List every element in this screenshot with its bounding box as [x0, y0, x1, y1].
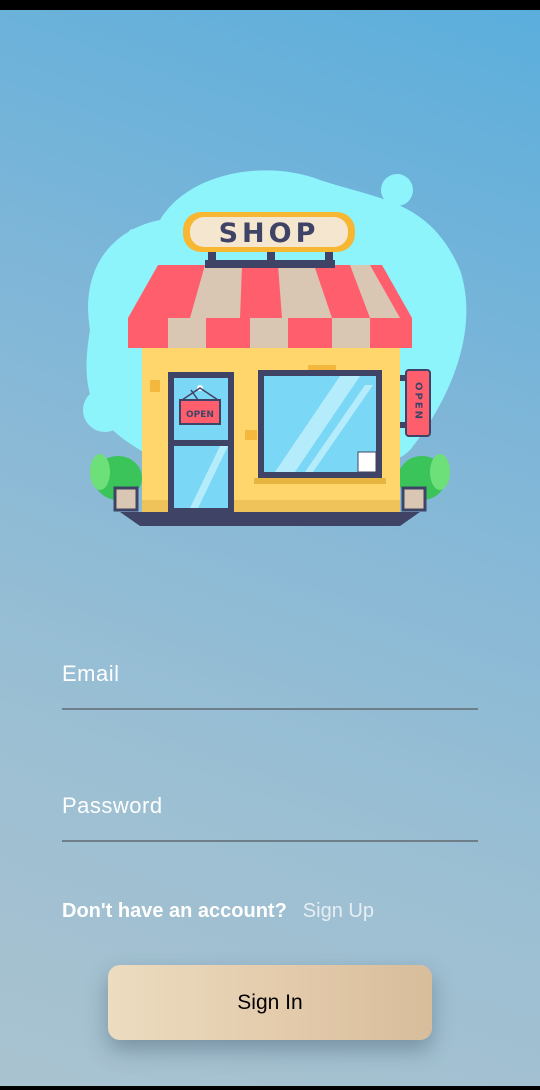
signup-link[interactable]: Sign Up [303, 900, 374, 923]
bubble-small [128, 229, 138, 239]
door-open-sign-text: OPEN [186, 410, 214, 420]
planter-right [401, 486, 427, 512]
planter-left [113, 486, 139, 512]
email-underline [62, 708, 478, 710]
plant-right-2 [430, 454, 450, 490]
shop-base [120, 512, 420, 526]
email-input[interactable] [62, 640, 478, 708]
signup-row: Don't have an account? Sign Up [62, 900, 374, 923]
shop-sign-text: SHOP [219, 218, 320, 249]
navigation-bar [0, 1086, 540, 1090]
email-field [62, 640, 478, 710]
hanging-open-sign-text: OPEN [413, 382, 424, 421]
plant-left-2 [90, 454, 110, 490]
password-underline [62, 840, 478, 842]
password-input[interactable] [62, 772, 478, 840]
status-bar [0, 0, 540, 10]
signup-question: Don't have an account? [62, 900, 287, 922]
signin-button[interactable]: Sign In [108, 965, 432, 1040]
bubble-large [381, 174, 413, 206]
bubble-left [83, 388, 127, 432]
shop-illustration: SHOP OPEN OPEN [83, 170, 467, 526]
password-field [62, 772, 478, 842]
